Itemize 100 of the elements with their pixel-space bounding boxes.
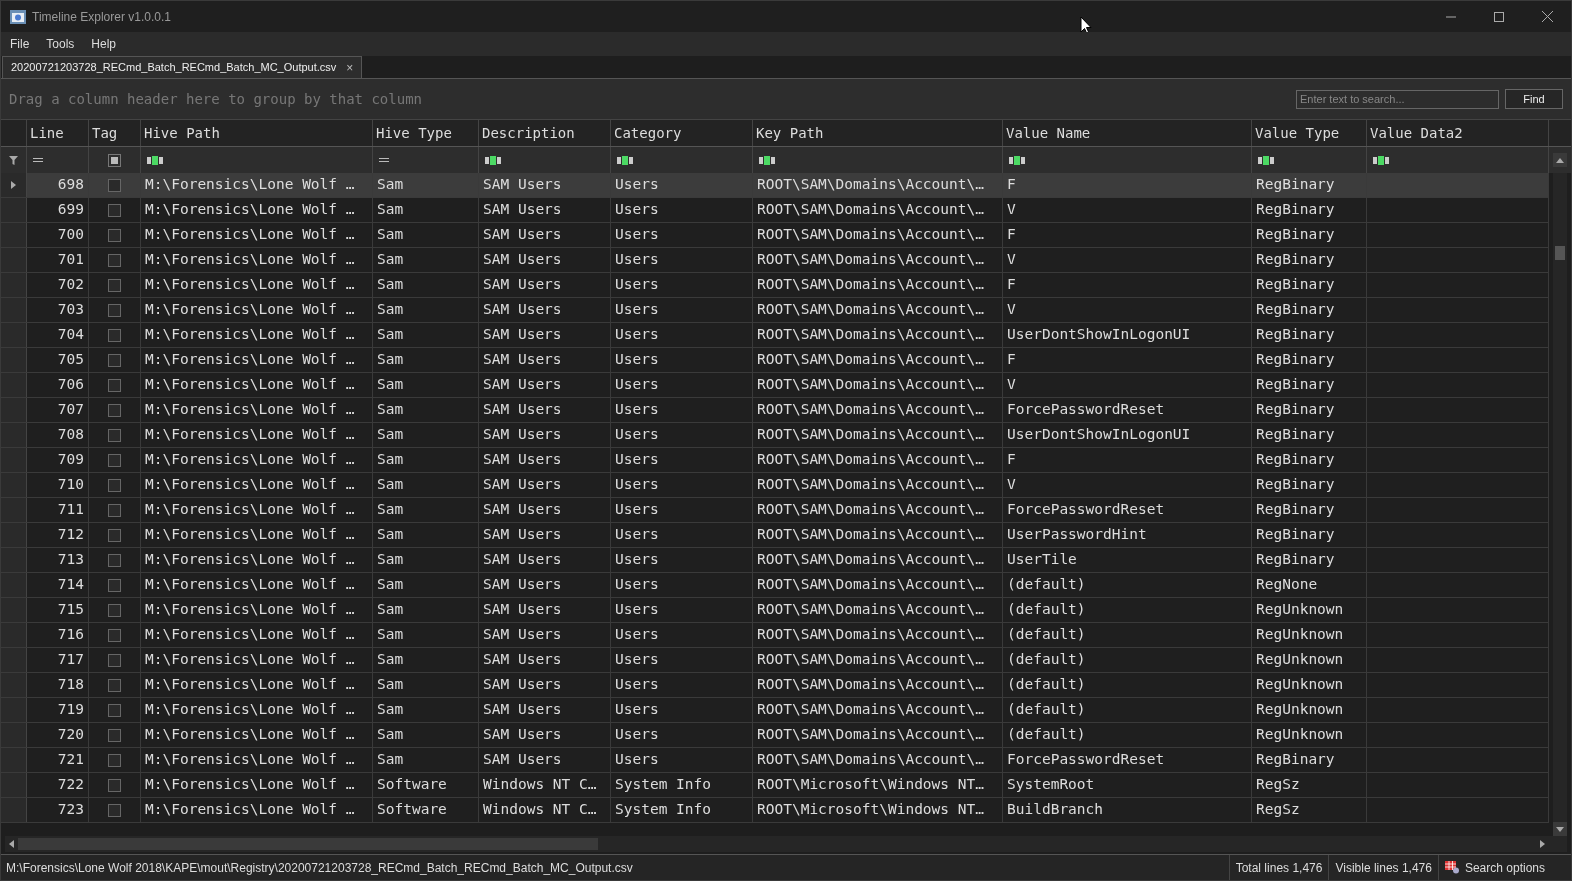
table-cell: RegUnknown [1252, 648, 1367, 672]
table-cell: 700 [27, 223, 89, 247]
table-cell: 721 [27, 748, 89, 772]
column-header[interactable]: Description [479, 120, 611, 146]
column-header[interactable]: Value Name [1003, 120, 1252, 146]
text-filter-icon [147, 155, 163, 165]
table-cell: RegBinary [1252, 523, 1367, 547]
tag-checkbox[interactable] [108, 228, 121, 242]
tag-checkbox[interactable] [108, 328, 121, 342]
tag-checkbox[interactable] [108, 403, 121, 417]
table-cell: (default) [1003, 598, 1252, 622]
menu-item[interactable]: Tools [46, 35, 75, 53]
checkbox-icon[interactable] [108, 153, 121, 167]
scroll-up-icon[interactable] [1556, 157, 1564, 163]
scroll-right-icon[interactable] [1540, 840, 1545, 848]
table-cell: SAM Users [479, 623, 611, 647]
scroll-down-icon[interactable] [1556, 826, 1564, 832]
table-cell: ROOT\SAM\Domains\Account\… [753, 298, 1003, 322]
column-header[interactable]: Hive Path [141, 120, 373, 146]
table-cell: UserDontShowInLogonUI [1003, 323, 1252, 347]
column-header[interactable]: Tag [89, 120, 141, 146]
filter-icon[interactable] [9, 155, 18, 165]
tag-checkbox[interactable] [108, 353, 121, 367]
column-header[interactable]: Key Path [753, 120, 1003, 146]
table-cell: RegUnknown [1252, 698, 1367, 722]
tag-checkbox[interactable] [108, 578, 121, 592]
table-cell: SAM Users [479, 723, 611, 747]
tag-checkbox[interactable] [108, 378, 121, 392]
tag-checkbox[interactable] [108, 778, 121, 792]
table-cell: M:\Forensics\Lone Wolf … [141, 373, 373, 397]
tag-checkbox[interactable] [108, 278, 121, 292]
search-options-button[interactable]: Search options [1437, 855, 1551, 880]
tag-checkbox[interactable] [108, 653, 121, 667]
table-cell: Sam [373, 173, 479, 197]
scroll-left-icon[interactable] [9, 840, 14, 848]
column-header[interactable]: Line [27, 120, 89, 146]
tag-checkbox[interactable] [108, 553, 121, 567]
row-header[interactable] [1, 173, 27, 197]
table-cell: M:\Forensics\Lone Wolf … [141, 323, 373, 347]
table-cell: UserDontShowInLogonUI [1003, 423, 1252, 447]
tag-checkbox[interactable] [108, 428, 121, 442]
table-cell: ROOT\SAM\Domains\Account\… [753, 723, 1003, 747]
tag-checkbox[interactable] [108, 503, 121, 517]
tag-checkbox[interactable] [108, 628, 121, 642]
table-cell: SAM Users [479, 423, 611, 447]
scrollbar-thumb[interactable] [1555, 246, 1565, 260]
table-cell: RegUnknown [1252, 673, 1367, 697]
table-cell: M:\Forensics\Lone Wolf … [141, 248, 373, 272]
table-cell: RegNone [1252, 573, 1367, 597]
table-cell: Users [611, 398, 753, 422]
column-header[interactable]: Category [611, 120, 753, 146]
table-cell: RegUnknown [1252, 598, 1367, 622]
tag-checkbox[interactable] [108, 603, 121, 617]
table-cell: (default) [1003, 623, 1252, 647]
table-cell: Sam [373, 223, 479, 247]
tag-checkbox[interactable] [108, 678, 121, 692]
table-cell: Sam [373, 698, 479, 722]
tag-checkbox[interactable] [108, 703, 121, 717]
tag-checkbox[interactable] [108, 253, 121, 267]
table-cell: Users [611, 498, 753, 522]
menu-item[interactable]: Help [91, 35, 117, 53]
tag-checkbox[interactable] [108, 453, 121, 467]
table-cell: (default) [1003, 723, 1252, 747]
table-cell: (default) [1003, 573, 1252, 597]
table-cell: RegBinary [1252, 323, 1367, 347]
maximize-icon[interactable] [1494, 11, 1504, 22]
column-header[interactable]: Hive Type [373, 120, 479, 146]
tag-checkbox[interactable] [108, 203, 121, 217]
table-cell: Users [611, 698, 753, 722]
tag-checkbox[interactable] [108, 753, 121, 767]
find-button[interactable]: Find [1505, 89, 1563, 109]
table-cell: SAM Users [479, 448, 611, 472]
table-cell: M:\Forensics\Lone Wolf … [141, 348, 373, 372]
tag-checkbox[interactable] [108, 178, 121, 192]
table-cell: 714 [27, 573, 89, 597]
table-cell: ROOT\SAM\Domains\Account\… [753, 248, 1003, 272]
table-cell: Sam [373, 448, 479, 472]
search-field[interactable]: Enter text to search... [1296, 89, 1499, 109]
tag-checkbox[interactable] [108, 303, 121, 317]
table-cell: Sam [373, 423, 479, 447]
table-cell: ROOT\SAM\Domains\Account\… [753, 423, 1003, 447]
menu-item[interactable]: File [10, 35, 30, 53]
close-icon[interactable] [1542, 11, 1553, 22]
close-tab-icon[interactable]: × [346, 58, 354, 77]
column-header[interactable]: Value Type [1252, 120, 1367, 146]
table-cell: F [1003, 448, 1252, 472]
table-cell: M:\Forensics\Lone Wolf … [141, 448, 373, 472]
file-tab[interactable]: 20200721203728_RECmd_Batch_RECmd_Batch_MC_Output.csv × [2, 56, 363, 78]
table-cell: M:\Forensics\Lone Wolf … [141, 673, 373, 697]
text-filter-icon [617, 155, 633, 165]
table-cell: Sam [373, 573, 479, 597]
table-cell: Sam [373, 473, 479, 497]
table-cell: 712 [27, 523, 89, 547]
tag-checkbox[interactable] [108, 803, 121, 817]
tag-checkbox[interactable] [108, 728, 121, 742]
table-cell: SAM Users [479, 573, 611, 597]
tag-checkbox[interactable] [108, 478, 121, 492]
tag-checkbox[interactable] [108, 528, 121, 542]
table-cell: RegSz [1252, 798, 1367, 822]
column-header[interactable]: Value Data2 [1367, 120, 1549, 146]
